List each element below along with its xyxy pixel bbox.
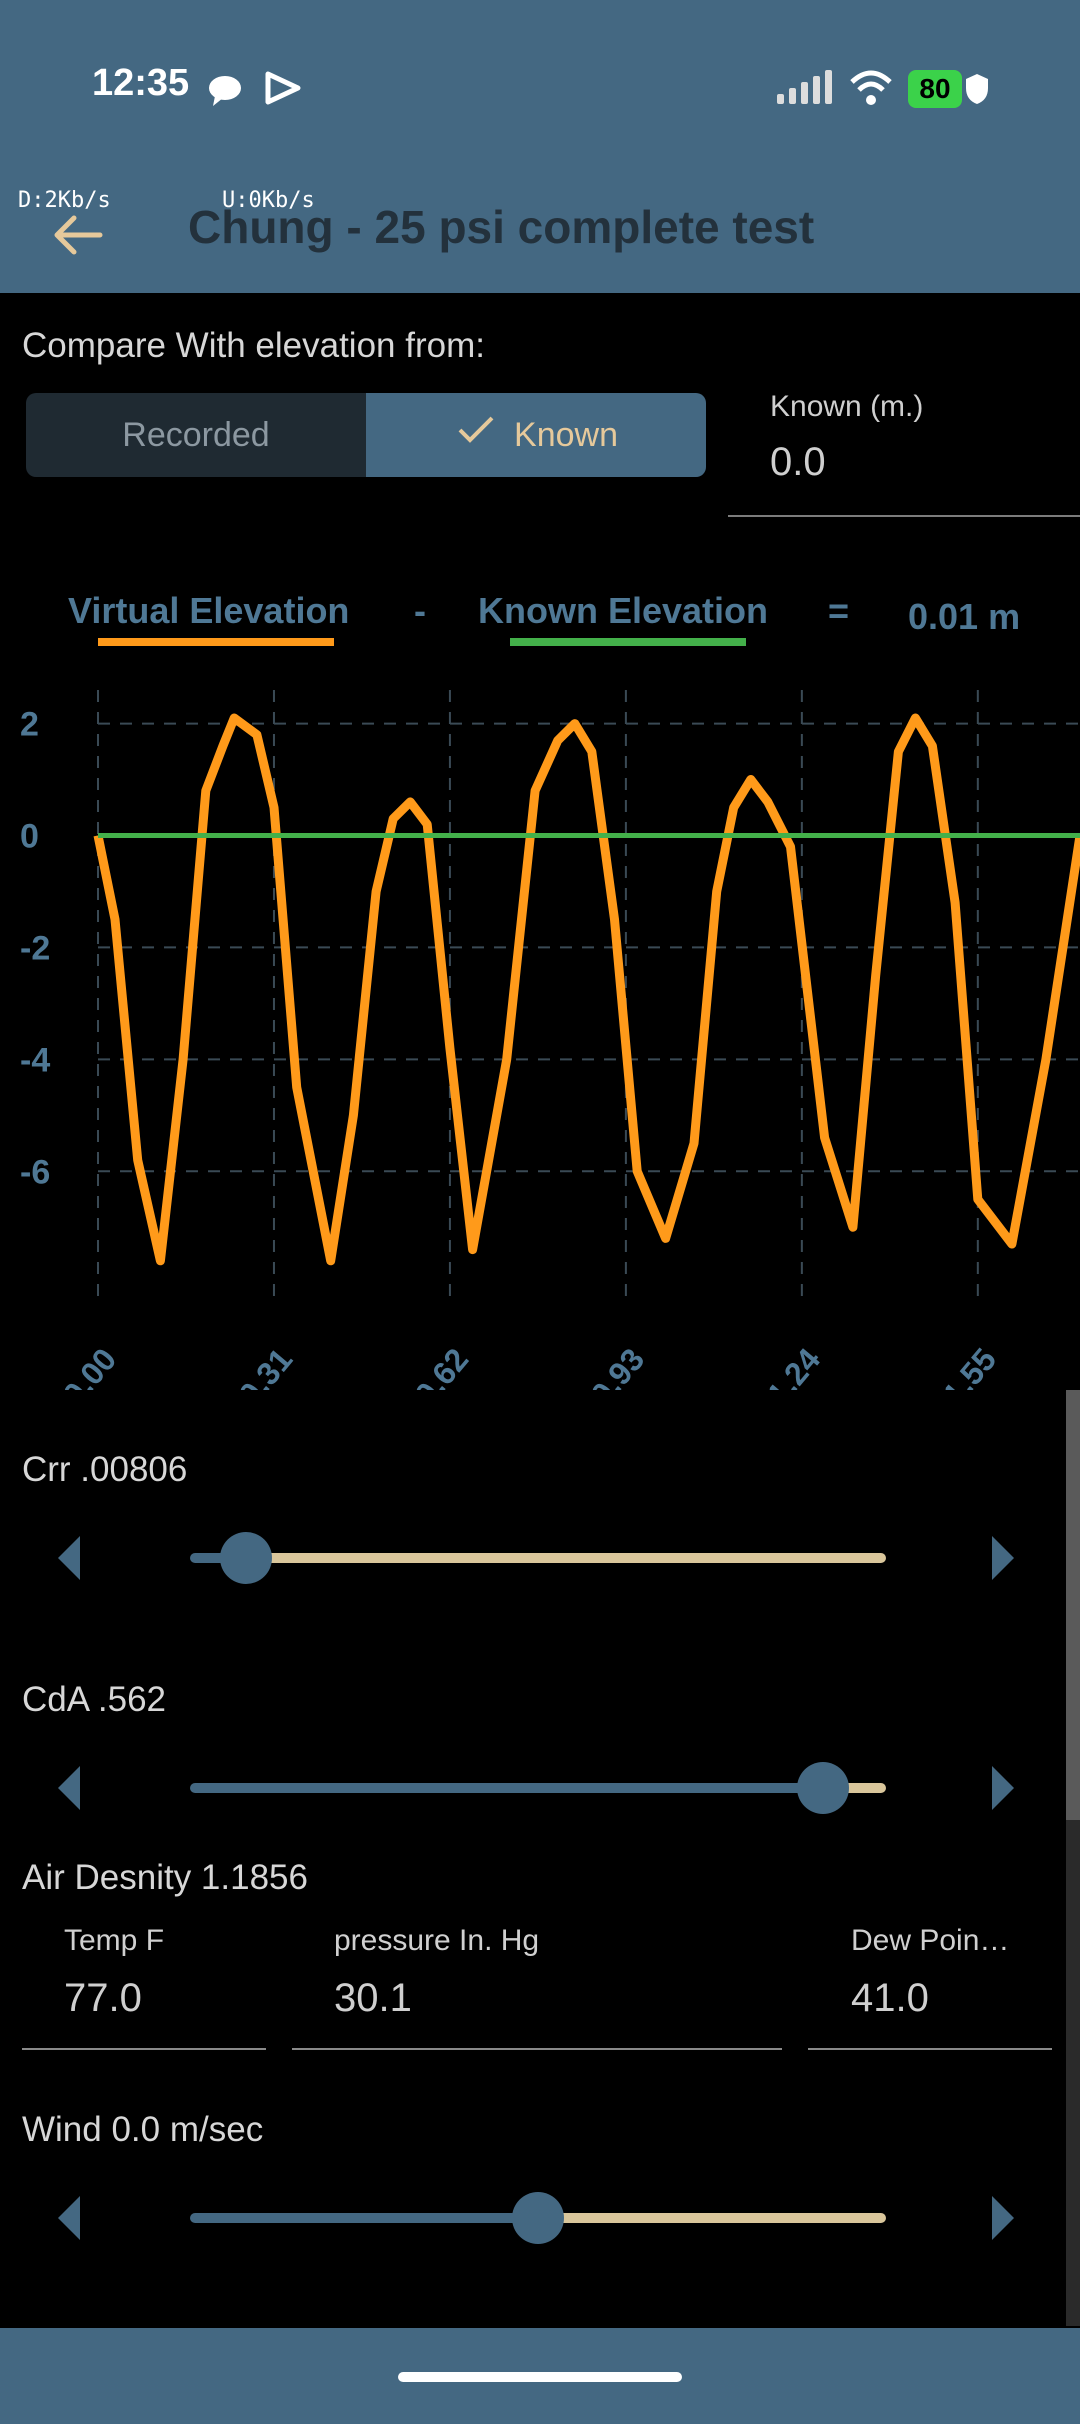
pressure-label: pressure In. Hg	[334, 1924, 540, 1957]
chat-icon	[209, 76, 241, 106]
home-indicator[interactable]	[398, 2372, 682, 2382]
cda-slider-thumb[interactable]	[797, 1762, 850, 1814]
dew-point-underline	[808, 2048, 1052, 2050]
known-field-label: Known (m.)	[770, 390, 924, 423]
y-tick-label: 0	[20, 818, 39, 856]
x-tick-label: 0.62	[408, 1341, 476, 1390]
wifi-icon	[850, 70, 892, 105]
crr-slider-inactive-track	[245, 1553, 886, 1563]
crr-increase-icon[interactable]	[992, 1536, 1014, 1580]
wind-label: Wind 0.0 m/sec	[22, 2110, 264, 2149]
wind-slider-thumb[interactable]	[512, 2192, 564, 2244]
virtual-elevation-trace	[96, 713, 1080, 1262]
cda-slider-active-track	[190, 1783, 824, 1793]
elevation-difference: 0.01 m	[908, 596, 1021, 637]
y-tick-label: -4	[20, 1041, 50, 1079]
status-time: 12:35	[92, 62, 190, 104]
x-tick-label: 1.24	[760, 1341, 828, 1390]
pressure-underline	[292, 2048, 782, 2050]
dew-point-input[interactable]: 41.0	[851, 1976, 929, 2021]
elevation-source-toggle: Recorded Known	[26, 393, 706, 477]
legend-known-swatch	[510, 638, 746, 646]
wind-slider-inactive-track	[538, 2213, 886, 2223]
x-tick-label: 0.00	[56, 1341, 124, 1390]
cda-increase-icon[interactable]	[992, 1766, 1014, 1810]
pressure-input[interactable]: 30.1	[334, 1976, 412, 2021]
x-tick-label: 0.31	[232, 1341, 300, 1390]
scrollbar-thumb[interactable]	[1066, 1390, 1080, 1820]
shield-icon	[966, 74, 988, 104]
battery-indicator: 80	[908, 70, 962, 108]
play-icon	[265, 71, 301, 105]
legend-equals: =	[828, 590, 850, 631]
recorded-option[interactable]: Recorded	[26, 393, 366, 477]
crr-decrease-icon[interactable]	[58, 1536, 80, 1580]
elevation-chart: 2 0 -2 -4 -6 0.00 0.31 0.62 0.93 1.24 1.55	[20, 690, 1080, 1390]
recorded-label: Recorded	[122, 415, 270, 454]
wind-increase-icon[interactable]	[992, 2196, 1014, 2240]
air-density-label: Air Desnity 1.1856	[22, 1858, 308, 1897]
legend-known: Known Elevation	[478, 590, 769, 631]
legend-virtual: Virtual Elevation	[68, 590, 350, 631]
virtual-elevation-line	[93, 713, 1080, 1266]
compare-label: Compare With elevation from:	[22, 326, 485, 365]
cda-label: CdA .562	[22, 1680, 166, 1719]
wind-decrease-icon[interactable]	[58, 2196, 80, 2240]
y-tick-label: 2	[20, 706, 39, 744]
known-field-underline	[728, 515, 1080, 517]
back-arrow-icon[interactable]	[48, 205, 108, 265]
known-label: Known	[514, 415, 618, 454]
dew-point-label: Dew Poin…	[851, 1924, 1010, 1957]
known-option[interactable]: Known	[366, 393, 706, 477]
x-tick-label: 0.93	[584, 1341, 652, 1390]
crr-slider[interactable]	[190, 1530, 886, 1586]
x-tick-label: 1.55	[936, 1341, 1004, 1390]
legend-virtual-swatch	[98, 638, 334, 646]
page-title: Chung - 25 psi complete test	[188, 201, 815, 253]
check-icon	[458, 416, 494, 443]
temp-label: Temp F	[64, 1924, 165, 1957]
signal-icon	[777, 70, 832, 104]
wind-slider[interactable]	[190, 2190, 886, 2246]
y-tick-label: -6	[20, 1153, 50, 1191]
cda-decrease-icon[interactable]	[58, 1766, 80, 1810]
crr-label: Crr .00806	[22, 1450, 188, 1489]
wind-slider-active-track	[190, 2213, 538, 2223]
temp-underline	[22, 2048, 266, 2050]
known-elevation-input[interactable]: 0.0	[770, 440, 826, 485]
temp-input[interactable]: 77.0	[64, 1976, 142, 2021]
crr-slider-thumb[interactable]	[219, 1532, 272, 1584]
legend-minus: -	[414, 590, 426, 631]
y-tick-label: -2	[20, 929, 50, 967]
cda-slider[interactable]	[190, 1760, 886, 1816]
